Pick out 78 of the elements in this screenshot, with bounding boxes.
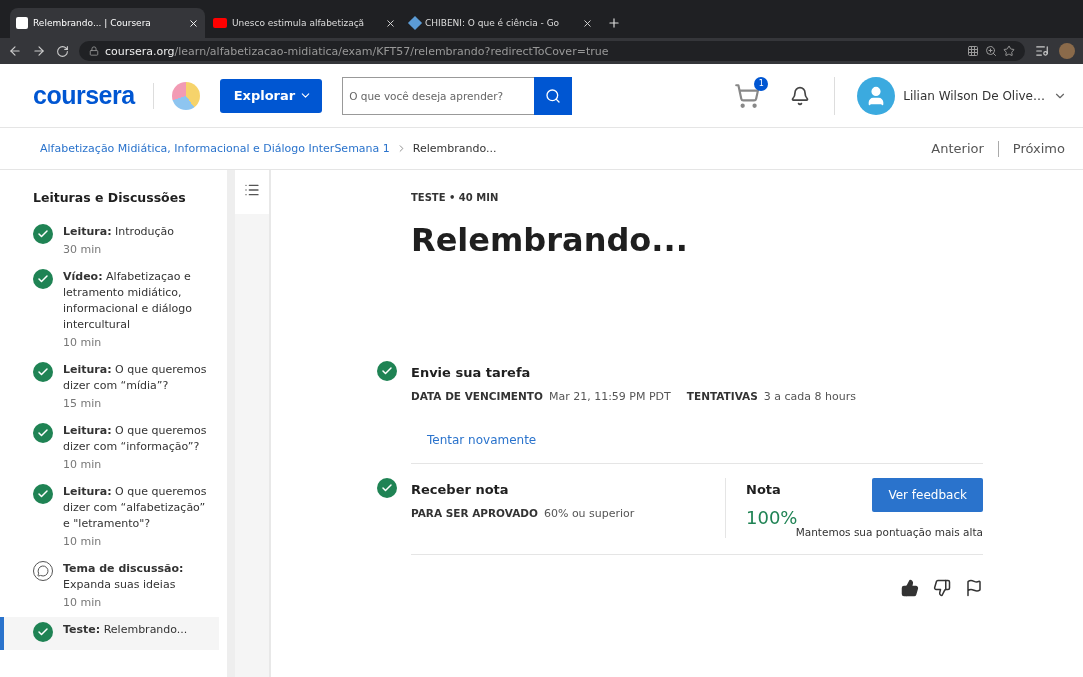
item-title: Leitura: O que queremos dizer com “informação”? bbox=[63, 423, 208, 455]
eyebrow: TESTE • 40 MIN bbox=[411, 192, 500, 203]
item-title: Tema de discussão: Expanda suas ideias bbox=[63, 561, 185, 593]
item-duration: 10 min bbox=[63, 535, 103, 548]
close-icon[interactable] bbox=[385, 17, 396, 29]
address-bar[interactable]: coursera.org/learn/alfabetizacao-midiatica/exam/KFT57/relembrando?redirectToCover=true bbox=[79, 41, 1025, 61]
search-icon bbox=[545, 87, 562, 104]
sidebar-item[interactable]: Leitura: Introdução 30 min bbox=[0, 219, 219, 264]
item-title: Teste: Relembrando... bbox=[63, 622, 188, 638]
sidebar-item[interactable]: Leitura: O que queremos dizer com “informação”? 10 min bbox=[0, 418, 219, 479]
sidebar-item[interactable]: Leitura: O que queremos dizer com “mídia”? 15 min bbox=[0, 357, 219, 418]
item-duration: 10 min bbox=[63, 336, 103, 349]
coursera-logo[interactable]: coursera bbox=[33, 81, 135, 110]
user-name[interactable]: Lilian Wilson De Olive… bbox=[903, 88, 1045, 103]
forward-icon[interactable] bbox=[32, 44, 46, 58]
notifications-icon[interactable] bbox=[790, 85, 811, 106]
breadcrumb-link[interactable]: Alfabetização Midiática, Informacional e Diálogo Inter bbox=[40, 142, 335, 155]
sidebar-title: Leituras e Discussões bbox=[32, 190, 187, 205]
cart-count: 1 bbox=[754, 76, 769, 91]
check-icon bbox=[33, 622, 53, 642]
breadcrumb-link[interactable]: Semana 1 bbox=[334, 142, 390, 155]
browser-tab[interactable]: CHIBENI: O que é ciência - Go bbox=[404, 8, 599, 38]
check-icon bbox=[33, 484, 53, 504]
back-icon[interactable] bbox=[8, 44, 22, 58]
check-icon bbox=[33, 362, 53, 382]
qr-icon[interactable] bbox=[967, 45, 979, 57]
next-link[interactable]: Próximo bbox=[1012, 141, 1065, 156]
pass-requirement: PARA SER APROVADO 60% ou superior bbox=[411, 507, 635, 520]
thumbs-up-icon[interactable] bbox=[901, 579, 919, 597]
zoom-icon[interactable] bbox=[985, 45, 997, 57]
item-duration: 10 min bbox=[63, 458, 103, 471]
feedback-button[interactable]: Ver feedback bbox=[872, 478, 983, 512]
retry-link[interactable]: Tentar novamente bbox=[427, 433, 537, 447]
explore-button[interactable]: Explorar bbox=[219, 78, 323, 113]
sidebar-item[interactable]: Vídeo: Alfabetizaçao e letramento midiático, informacional e diálogo intercultural 10 min bbox=[0, 264, 219, 357]
check-icon bbox=[33, 423, 53, 443]
sidebar-item[interactable]: Leitura: O que queremos dizer com “alfabetização” e "letramento"? 10 min bbox=[0, 479, 219, 556]
grade-label: Nota bbox=[746, 482, 782, 497]
item-title: Vídeo: Alfabetizaçao e letramento midiático, informacional e diálogo intercultural bbox=[63, 269, 194, 333]
lock-icon bbox=[89, 46, 99, 56]
item-duration: 10 min bbox=[63, 596, 103, 609]
check-icon bbox=[33, 224, 53, 244]
item-title: Leitura: Introdução bbox=[63, 224, 175, 240]
close-icon[interactable] bbox=[582, 17, 593, 29]
thumbs-down-icon[interactable] bbox=[933, 579, 951, 597]
item-title: Leitura: O que queremos dizer com “alfabetização” e "letramento"? bbox=[63, 484, 208, 532]
item-title: Leitura: O que queremos dizer com “mídia”? bbox=[63, 362, 208, 394]
bookmark-icon[interactable] bbox=[1003, 45, 1015, 57]
step-title: Envie sua tarefa bbox=[411, 365, 532, 380]
user-avatar[interactable] bbox=[857, 76, 896, 115]
new-tab-icon[interactable] bbox=[607, 16, 621, 30]
item-duration: 15 min bbox=[63, 397, 103, 410]
grade-note: Mantemos sua pontuação mais alta bbox=[794, 526, 983, 538]
browser-tab[interactable]: Relembrando... | Coursera bbox=[10, 8, 205, 38]
university-logo bbox=[171, 81, 200, 110]
flag-icon[interactable] bbox=[965, 579, 983, 597]
outline-icon[interactable] bbox=[244, 182, 260, 198]
previous-link[interactable]: Anterior bbox=[931, 141, 984, 156]
cart-icon[interactable] bbox=[734, 82, 761, 109]
attempts: TENTATIVAS 3 a cada 8 hours bbox=[686, 390, 856, 403]
coursera-favicon-icon bbox=[16, 17, 28, 29]
media-icon[interactable] bbox=[1035, 44, 1049, 58]
search-field[interactable]: O que você deseja aprender? bbox=[342, 76, 535, 115]
check-icon bbox=[33, 269, 53, 289]
profile-avatar[interactable] bbox=[1059, 43, 1075, 59]
step-title: Receber nota bbox=[411, 482, 510, 497]
browser-tab[interactable]: Unesco estimula alfabetizaçã bbox=[207, 8, 402, 38]
reload-icon[interactable] bbox=[56, 44, 69, 58]
sidebar-item[interactable]: Teste: Relembrando... bbox=[0, 617, 219, 650]
grade-value: 100% bbox=[746, 507, 798, 528]
sidebar-item[interactable]: Tema de discussão: Expanda suas ideias 10 min bbox=[0, 556, 219, 617]
close-icon[interactable] bbox=[188, 17, 199, 29]
due-date: DATA DE VENCIMENTO Mar 21, 11:59 PM PDT bbox=[411, 390, 671, 403]
search-button[interactable] bbox=[534, 76, 573, 115]
page-title: Relembrando... bbox=[411, 221, 689, 261]
item-duration: 30 min bbox=[63, 243, 103, 256]
play-icon bbox=[213, 18, 227, 28]
breadcrumb-current: Relembrando... bbox=[412, 142, 497, 155]
